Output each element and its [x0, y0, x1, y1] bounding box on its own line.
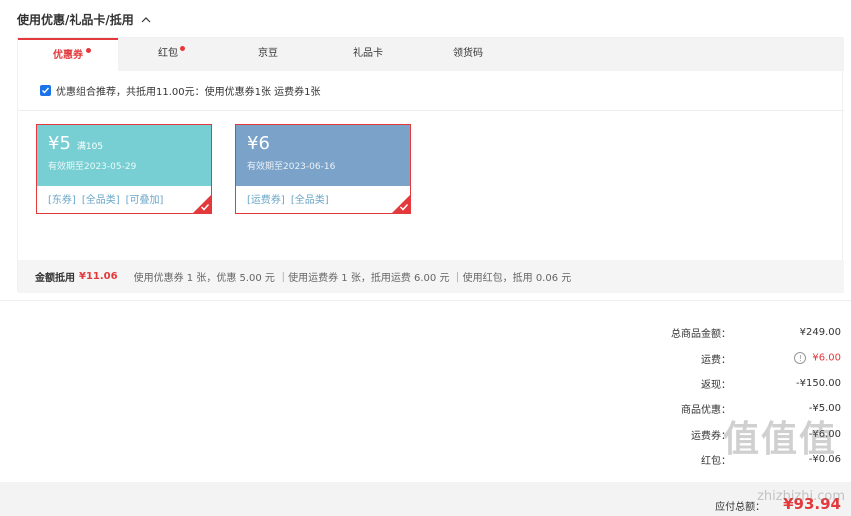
check-icon: [200, 203, 210, 211]
chevron-up-icon[interactable]: [140, 14, 152, 26]
combo-checkbox[interactable]: [40, 85, 51, 96]
coupon-tag: [全品类]: [290, 195, 329, 206]
discount-summary: 金额抵用 ¥11.06 使用优惠券 1 张，优惠 5.00 元 ｜使用运费券 1…: [18, 260, 844, 293]
tab-label: 领货码: [453, 48, 483, 59]
summary-label: 金额抵用: [35, 273, 75, 284]
tab-3[interactable]: 礼品卡: [318, 38, 418, 71]
check-icon: [399, 203, 409, 211]
info-icon[interactable]: !: [794, 352, 807, 365]
coupon-header: ¥5 满105 有效期至2023-05-29: [37, 125, 211, 186]
total-value-text: ¥6.00: [812, 352, 841, 364]
watermark-site: zhizhizhi.com: [757, 489, 845, 504]
coupon-tag: [运费券]: [247, 195, 285, 206]
total-label: 运费券：: [691, 430, 731, 442]
notification-dot: [86, 48, 91, 53]
coupon-amount-row: ¥5 满105: [48, 133, 200, 154]
coupon-amount: ¥5: [48, 133, 71, 154]
grand-total: 应付总额： ¥93.94: [0, 482, 851, 516]
total-label: 商品优惠：: [681, 405, 731, 417]
coupon-header: ¥6 有效期至2023-06-16: [236, 125, 410, 186]
tab-label: 优惠券: [53, 50, 83, 61]
total-value: ¥249.00: [731, 327, 841, 338]
coupon-card[interactable]: ¥6 有效期至2023-06-16 [运费券] [全品类]: [235, 124, 411, 214]
total-label: 返现：: [701, 379, 731, 391]
notification-dot: [180, 46, 185, 51]
total-row: 运费：! ¥6.00: [541, 345, 841, 370]
section-title[interactable]: 使用优惠/礼品卡/抵用: [17, 11, 152, 28]
tab-0[interactable]: 优惠券: [18, 38, 118, 71]
coupon-tag: [东券]: [48, 195, 76, 206]
tab-label: 红包: [158, 48, 178, 59]
coupon-amount: ¥6: [247, 133, 270, 154]
tab-1[interactable]: 红包: [118, 38, 218, 71]
total-value: -¥150.00: [731, 378, 841, 389]
tab-label: 礼品卡: [353, 48, 383, 59]
total-value-text: ¥249.00: [799, 327, 841, 339]
coupon-card[interactable]: ¥5 满105 有效期至2023-05-29 [东券] [全品类] [可叠加]: [36, 124, 212, 214]
coupon-expiry: 有效期至2023-05-29: [48, 162, 137, 172]
tab-label: 京豆: [258, 48, 278, 59]
tab-4[interactable]: 领货码: [418, 38, 518, 71]
tab-bar: 优惠券 红包 京豆 礼品卡 领货码: [18, 38, 844, 71]
total-row: 总商品金额： ¥249.00: [541, 320, 841, 345]
tab-2[interactable]: 京豆: [218, 38, 318, 71]
summary-detail: 使用优惠券 1 张，优惠 5.00 元 ｜使用运费券 1 张，抵用运费 6.00…: [133, 273, 572, 284]
discount-panel: 优惠券 红包 京豆 礼品卡 领货码 优惠组合推荐，共抵用11.00元：使用优惠券1张 运…: [17, 37, 844, 293]
total-label: 总商品金额：: [671, 329, 731, 341]
total-label: 红包：: [701, 456, 731, 468]
total-value: ! ¥6.00: [731, 352, 841, 365]
watermark-logo: 值值值: [722, 419, 837, 460]
coupon-tags: [东券] [全品类] [可叠加]: [37, 186, 211, 211]
combo-recommendation: 优惠组合推荐，共抵用11.00元：使用优惠券1张 运费券1张: [18, 71, 844, 111]
coupon-expiry: 有效期至2023-06-16: [247, 162, 336, 172]
section-title-text: 使用优惠/礼品卡/抵用: [17, 13, 134, 27]
total-value-text: -¥150.00: [796, 377, 841, 389]
coupon-condition: 满105: [76, 142, 104, 152]
coupon-tag: [全品类]: [81, 195, 120, 206]
coupon-amount-row: ¥6: [247, 133, 399, 154]
summary-amount: ¥11.06: [79, 271, 118, 282]
total-label: 运费：: [701, 354, 731, 366]
divider: [0, 300, 851, 301]
combo-text: 优惠组合推荐，共抵用11.00元：使用优惠券1张 运费券1张: [56, 87, 321, 98]
total-row: 返现： -¥150.00: [541, 371, 841, 396]
coupon-tags: [运费券] [全品类]: [236, 186, 410, 211]
coupon-tag: [可叠加]: [125, 195, 164, 206]
